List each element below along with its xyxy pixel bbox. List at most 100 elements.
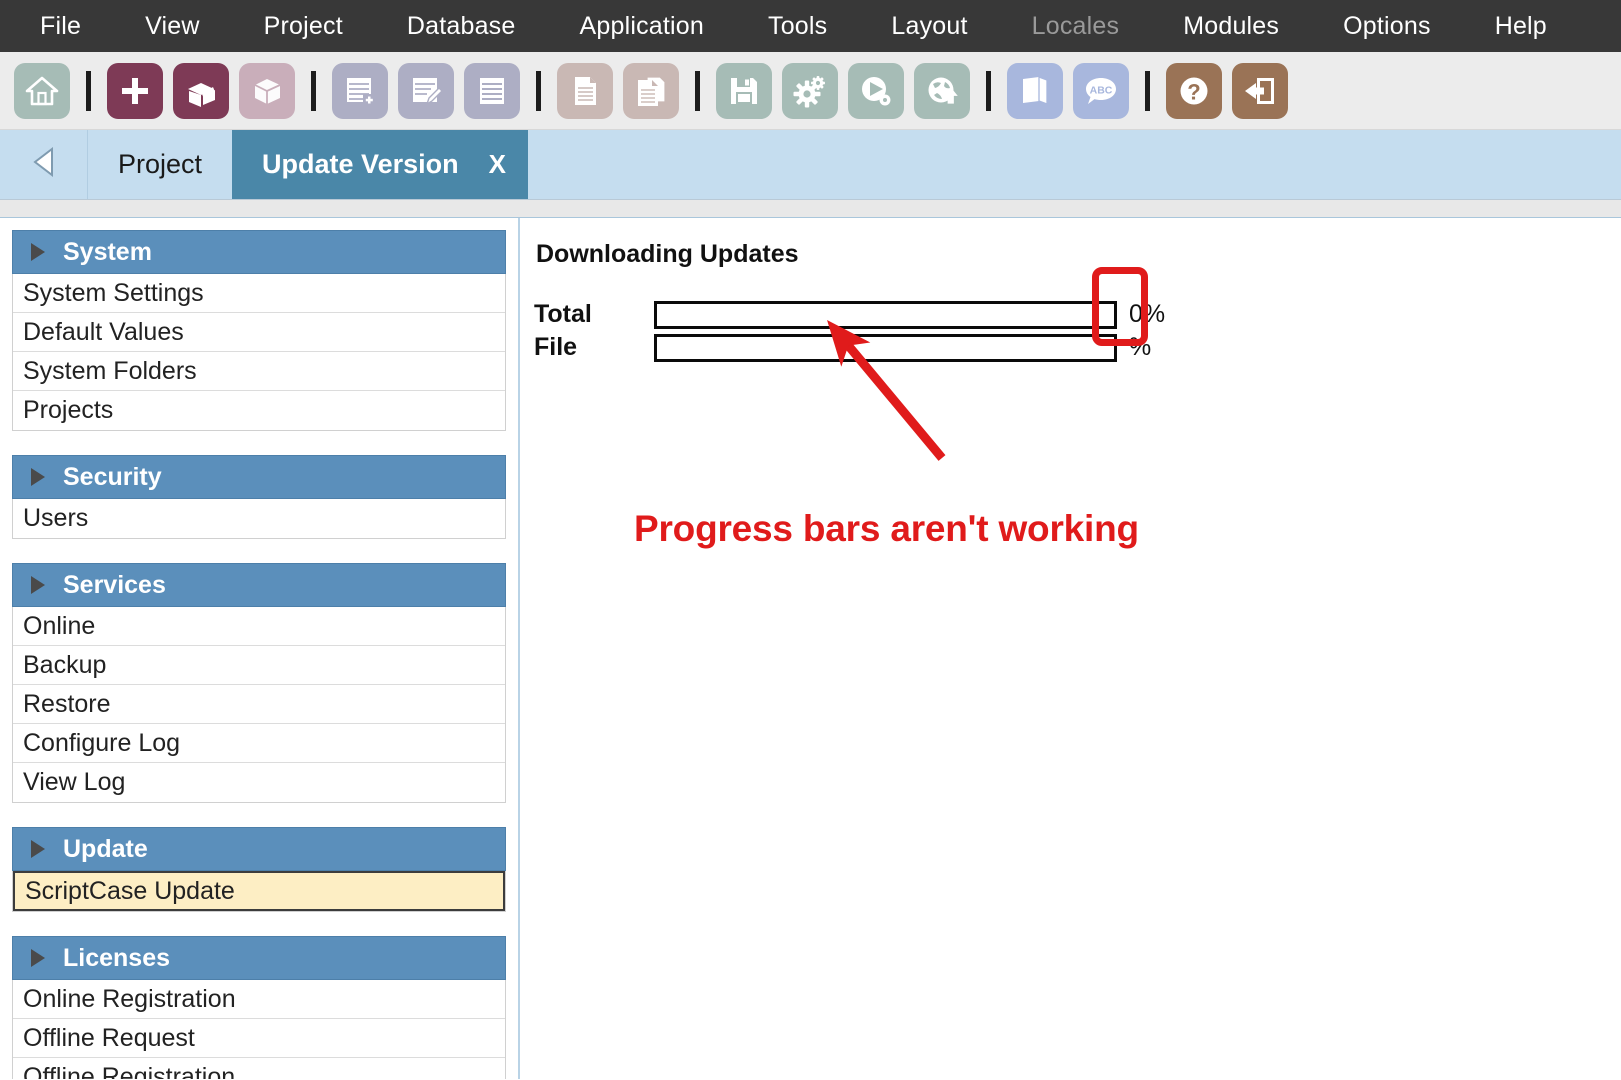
sidebar-panel-security: Security Users (12, 455, 506, 539)
help-question-icon: ? (1177, 74, 1211, 108)
sidebar-panel-system: System System Settings Default Values Syste… (12, 230, 506, 431)
page-title: Downloading Updates (536, 240, 799, 268)
tab-update-version[interactable]: Update Version X (232, 130, 528, 199)
menu-item-options[interactable]: Options (1311, 0, 1463, 52)
sidebar-item-label: Configure Log (23, 728, 181, 757)
menu-item-locales[interactable]: Locales (1000, 0, 1152, 52)
sidebar-item-label: Offline Request (23, 1023, 195, 1052)
sidebar-item-configure-log[interactable]: Configure Log (13, 724, 505, 763)
sidebar-item-scriptcase-update[interactable]: ScriptCase Update (13, 871, 505, 911)
sidebar-item-online[interactable]: Online (13, 607, 505, 646)
save-icon (727, 74, 761, 108)
toolbar-grid-icon[interactable] (464, 62, 520, 119)
sidebar-item-projects[interactable]: Projects (13, 391, 505, 430)
box-icon (250, 74, 284, 108)
abc-spellcheck-icon: ABC (1084, 74, 1118, 108)
sidebar-item-label: ScriptCase Update (25, 876, 235, 905)
sidebar-panel-update: Update ScriptCase Update (12, 827, 506, 912)
toolbar-separator (695, 70, 700, 111)
toolbar-edit-grid-icon[interactable] (398, 62, 454, 119)
sidebar-item-online-registration[interactable]: Online Registration (13, 980, 505, 1019)
menu-item-modules[interactable]: Modules (1151, 0, 1311, 52)
toolbar-exit-icon[interactable] (1232, 62, 1288, 119)
book-icon (1018, 74, 1052, 108)
menu-item-database[interactable]: Database (375, 0, 548, 52)
panel-title: Security (63, 462, 162, 491)
toolbar-save-icon[interactable] (716, 62, 772, 119)
sidebar-item-offline-registration[interactable]: Offline Registration (13, 1058, 505, 1079)
expand-triangle-icon (31, 949, 45, 967)
back-triangle-icon (32, 146, 56, 182)
menu-item-view[interactable]: View (113, 0, 232, 52)
toolbar-gears-icon[interactable] (782, 62, 838, 119)
tab-label: Project (118, 149, 203, 179)
tab-bar: Project Update Version X (0, 130, 1621, 200)
toolbar-plus-icon[interactable] (107, 62, 163, 119)
sidebar: System System Settings Default Values Syste… (0, 218, 520, 1079)
progress-label: Total (534, 300, 592, 328)
tab-close-icon[interactable]: X (489, 149, 506, 180)
gears-icon (793, 74, 827, 108)
toolbar-abc-spellcheck-icon[interactable]: ABC (1073, 62, 1129, 119)
menu-item-tools[interactable]: Tools (736, 0, 859, 52)
sidebar-item-system-folders[interactable]: System Folders (13, 352, 505, 391)
progress-percent-total: 0% (1129, 300, 1166, 328)
sidebar-item-label: Online (23, 611, 96, 640)
panel-list: ScriptCase Update (12, 871, 506, 912)
sidebar-item-label: System Folders (23, 356, 197, 385)
sidebar-panel-licenses: Licenses Online Registration Offline Reque… (12, 936, 506, 1079)
menu-item-layout[interactable]: Layout (859, 0, 999, 52)
workspace: System System Settings Default Values Syste… (0, 218, 1621, 1079)
annotation-caption: Progress bars aren't working (634, 508, 1139, 549)
sidebar-item-label: Online Registration (23, 984, 236, 1013)
toolbar-document-icon[interactable] (557, 62, 613, 119)
sidebar-item-label: Projects (23, 396, 114, 424)
toolbar-separator (1145, 70, 1150, 111)
toolbar-home-icon[interactable] (14, 62, 70, 119)
panel-header-update[interactable]: Update (12, 827, 506, 871)
panel-title: Services (63, 570, 166, 599)
panel-header-security[interactable]: Security (12, 455, 506, 499)
toolbar-open-box-icon[interactable] (173, 62, 229, 119)
toolbar-copy-document-icon[interactable] (623, 62, 679, 119)
tab-content-divider (0, 200, 1621, 218)
tab-back-button[interactable] (0, 130, 88, 199)
sidebar-item-restore[interactable]: Restore (13, 685, 505, 724)
sidebar-item-system-settings[interactable]: System Settings (13, 274, 505, 313)
progress-bar-file (654, 333, 1117, 362)
toolbar-run-icon[interactable] (848, 62, 904, 119)
sidebar-item-backup[interactable]: Backup (13, 646, 505, 685)
sidebar-item-offline-request[interactable]: Offline Request (13, 1019, 505, 1058)
sidebar-item-view-log[interactable]: View Log (13, 763, 505, 802)
tab-project[interactable]: Project (88, 130, 232, 199)
tab-label: Update Version (262, 149, 459, 179)
panel-header-services[interactable]: Services (12, 563, 506, 607)
menu-item-help[interactable]: Help (1463, 0, 1579, 52)
menu-item-application[interactable]: Application (547, 0, 736, 52)
panel-header-licenses[interactable]: Licenses (12, 936, 506, 980)
panel-title: Update (63, 834, 148, 863)
progress-row-file: File % (534, 332, 1621, 363)
toolbar-deploy-globe-icon[interactable] (914, 62, 970, 119)
progress-label: File (534, 333, 578, 361)
sidebar-item-default-values[interactable]: Default Values (13, 313, 505, 352)
menu-item-file[interactable]: File (8, 0, 113, 52)
exit-icon (1243, 74, 1277, 108)
expand-triangle-icon (31, 243, 45, 261)
toolbar-book-icon[interactable] (1007, 62, 1063, 119)
sidebar-item-label: System Settings (23, 278, 204, 307)
progress-bar-total (654, 300, 1117, 329)
panel-list: Online Registration Offline Request Offlin… (12, 980, 506, 1079)
sidebar-item-users[interactable]: Users (13, 499, 505, 538)
svg-text:?: ? (1187, 79, 1200, 104)
toolbar-new-grid-icon[interactable] (332, 62, 388, 119)
menu-item-project[interactable]: Project (232, 0, 375, 52)
sidebar-item-label: Default Values (23, 317, 184, 346)
panel-list: System Settings Default Values System Fold… (12, 274, 506, 431)
toolbar-help-question-icon[interactable]: ? (1166, 62, 1222, 119)
sidebar-item-label: Offline Registration (23, 1063, 236, 1079)
panel-list: Users (12, 499, 506, 539)
toolbar-separator (536, 70, 541, 111)
panel-header-system[interactable]: System (12, 230, 506, 274)
toolbar-box-icon[interactable] (239, 62, 295, 119)
